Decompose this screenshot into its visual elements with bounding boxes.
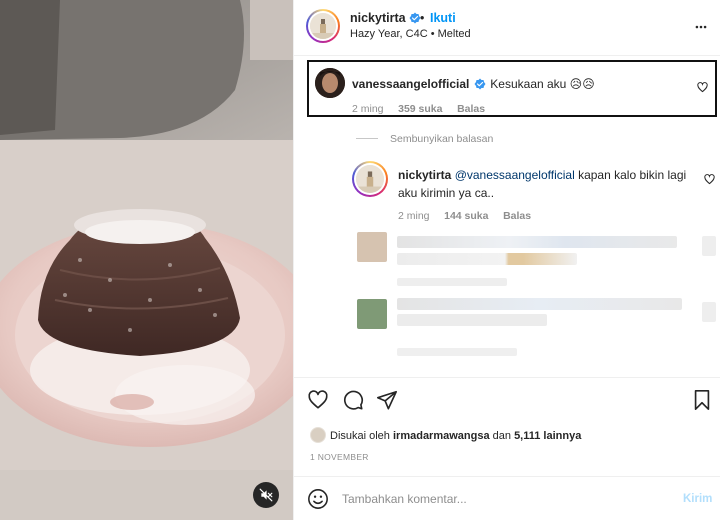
likes-prefix: Disukai oleh: [330, 430, 393, 442]
post-media[interactable]: [0, 0, 293, 520]
mute-button[interactable]: [253, 482, 279, 508]
speaker-muted-icon: [259, 488, 273, 502]
comment-likes[interactable]: 359 suka: [398, 103, 442, 115]
post-date[interactable]: 1 NOVEMBER: [310, 452, 369, 462]
blurred-heart: [702, 302, 716, 322]
blurred-text: [397, 314, 547, 326]
audio-info[interactable]: Hazy Year, C4C • Melted: [350, 28, 471, 40]
blurred-avatar: [357, 299, 387, 329]
video-frame: [0, 0, 293, 520]
reply-likes[interactable]: 144 suka: [444, 210, 488, 222]
hide-replies-button[interactable]: Sembunyikan balasan: [356, 133, 493, 145]
blurred-text: [397, 236, 677, 248]
emoji-icon[interactable]: [307, 488, 329, 510]
post-header: nickytirta • Ikuti Hazy Year, C4C • Melt…: [294, 0, 720, 56]
reply-meta: 2 ming 144 suka Balas: [398, 210, 531, 222]
bookmark-icon[interactable]: [692, 389, 712, 411]
blurred-avatar: [357, 232, 387, 262]
divider-dash: [356, 138, 378, 139]
hide-replies-label[interactable]: Sembunyikan balasan: [390, 133, 493, 145]
likes-middle: dan: [489, 430, 515, 442]
comment-line: vanessaangelofficial Kesukaan aku 😥😥: [352, 75, 595, 93]
send-icon[interactable]: [376, 389, 398, 411]
author-username[interactable]: nickytirta: [350, 11, 421, 25]
reply-text-block: nickytirta @vanessaangelofficial kapan k…: [398, 166, 694, 202]
liker-username[interactable]: irmadarmawangsa: [393, 430, 490, 442]
verified-badge-icon: [474, 78, 486, 90]
comment-like-heart-icon[interactable]: [697, 82, 708, 93]
blurred-meta: [397, 278, 507, 286]
reply-avatar[interactable]: [352, 161, 388, 197]
comment-meta: 2 ming 359 suka Balas: [352, 103, 485, 115]
post-panel: nickytirta • Ikuti Hazy Year, C4C • Melt…: [293, 0, 720, 520]
action-bar: [294, 377, 720, 421]
comment-input[interactable]: [342, 489, 642, 509]
follow-button[interactable]: Ikuti: [430, 11, 456, 25]
reply-username[interactable]: nickytirta: [398, 168, 451, 182]
comment-highlighted: vanessaangelofficial Kesukaan aku 😥😥 2 m…: [307, 60, 717, 117]
separator-dot: •: [420, 11, 425, 25]
comment-username[interactable]: vanessaangelofficial: [352, 77, 469, 91]
author-avatar[interactable]: [306, 9, 340, 43]
heart-icon[interactable]: [307, 389, 329, 411]
blurred-heart: [702, 236, 716, 256]
blurred-meta: [397, 348, 517, 356]
reply-time[interactable]: 2 ming: [398, 210, 430, 222]
comment-icon[interactable]: [342, 389, 364, 411]
reply-button[interactable]: Balas: [457, 103, 485, 115]
author-name-text[interactable]: nickytirta: [350, 11, 406, 25]
comment-text: Kesukaan aku 😥😥: [490, 77, 595, 91]
liker-avatar[interactable]: [310, 427, 326, 443]
reply-reply-button[interactable]: Balas: [503, 210, 531, 222]
comment-time[interactable]: 2 ming: [352, 103, 384, 115]
reply-like-heart-icon[interactable]: [704, 174, 715, 185]
likes-count[interactable]: 5,111 lainnya: [514, 430, 581, 442]
reply-mention[interactable]: @vanessaangelofficial: [455, 168, 575, 182]
comment-composer: Kirim: [294, 476, 720, 520]
blurred-text: [397, 298, 682, 310]
more-horizontal-icon[interactable]: [693, 20, 709, 34]
commenter-avatar[interactable]: [315, 68, 345, 98]
blurred-text: [397, 253, 577, 265]
likes-summary: Disukai oleh irmadarmawangsa dan 5,111 l…: [310, 427, 581, 443]
post-comment-button[interactable]: Kirim: [683, 493, 712, 505]
